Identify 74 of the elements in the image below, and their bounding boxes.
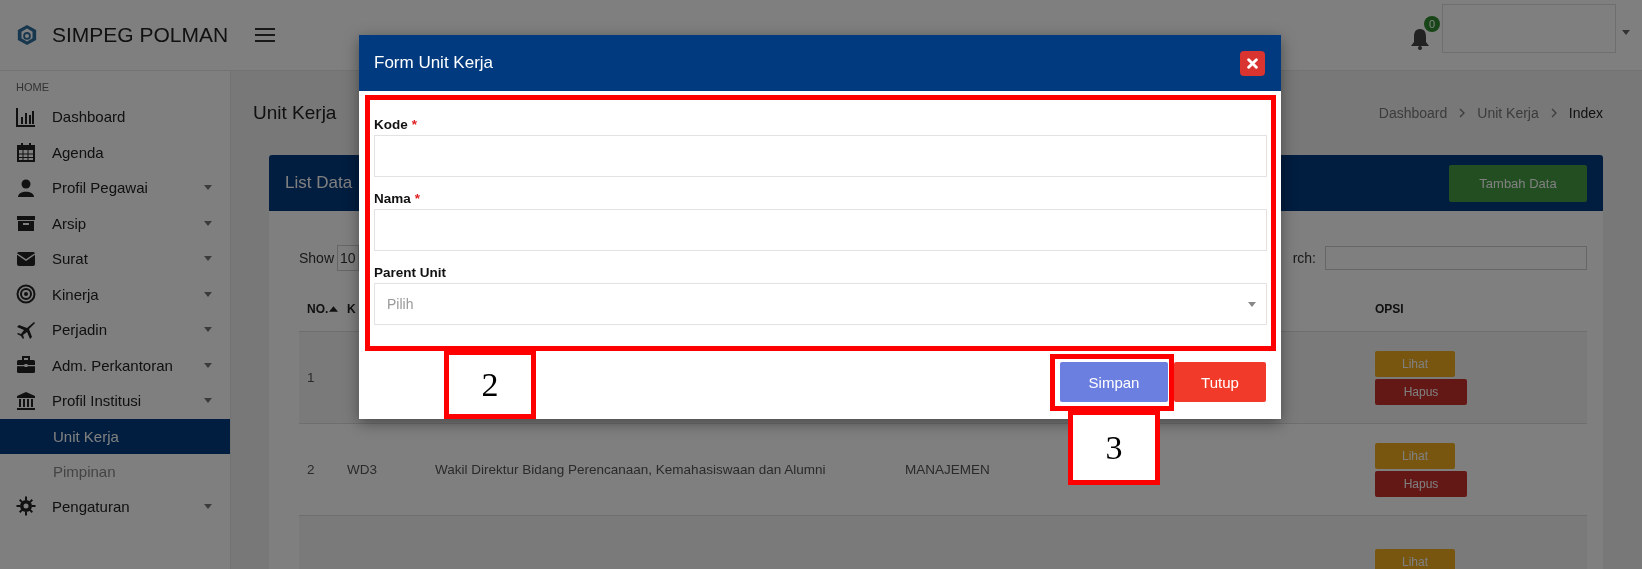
page-size-select[interactable]: 10 bbox=[337, 245, 359, 271]
sidebar-item[interactable]: Adm. Perkantoran bbox=[0, 347, 230, 383]
sidebar-item[interactable]: Surat bbox=[0, 241, 230, 277]
sidebar-subitem[interactable]: Unit Kerja bbox=[0, 418, 230, 454]
field-label: Parent Unit bbox=[374, 265, 446, 280]
search-label: rch: bbox=[1292, 250, 1316, 266]
column-header[interactable]: K bbox=[347, 302, 356, 316]
show-label: Show bbox=[299, 250, 335, 266]
text-field[interactable] bbox=[374, 209, 1267, 251]
caret-icon bbox=[204, 220, 212, 226]
table-cell: 2 bbox=[307, 462, 315, 477]
chevron-icon bbox=[1459, 108, 1466, 118]
archive-box-icon bbox=[16, 213, 36, 234]
annotation-number: 3 bbox=[1068, 410, 1160, 485]
save-button[interactable]: Simpan bbox=[1060, 362, 1168, 402]
text-field[interactable] bbox=[374, 135, 1267, 177]
caret-icon bbox=[204, 362, 212, 368]
sidebar-item[interactable]: Arsip bbox=[0, 205, 230, 241]
close-dialog-button[interactable]: Tutup bbox=[1174, 362, 1266, 402]
chevron-icon bbox=[1550, 108, 1557, 118]
caret-icon bbox=[204, 256, 212, 262]
app-title: SIMPEG POLMAN bbox=[52, 23, 229, 47]
breadcrumb-item: Index bbox=[1568, 105, 1603, 121]
bar-chart-icon bbox=[16, 106, 36, 127]
sidebar-item[interactable]: Kinerja bbox=[0, 276, 230, 312]
caret-icon bbox=[204, 398, 212, 404]
delete-button[interactable]: Hapus bbox=[1375, 378, 1467, 405]
caret-icon bbox=[204, 291, 212, 297]
breadcrumb-item[interactable]: Dashboard bbox=[1378, 105, 1448, 121]
target-icon bbox=[16, 284, 36, 305]
airplane-icon bbox=[16, 319, 36, 340]
annotation-number: 2 bbox=[444, 350, 536, 419]
section-heading: HOME bbox=[15, 81, 50, 95]
sidebar-item[interactable]: Profil Pegawai bbox=[0, 170, 230, 206]
breadcrumb-item[interactable]: Unit Kerja bbox=[1477, 105, 1539, 121]
column-header[interactable]: NO. bbox=[307, 302, 339, 316]
add-data-button[interactable]: Tambah Data bbox=[1449, 164, 1587, 202]
page-title: Unit Kerja bbox=[253, 102, 337, 124]
bell-icon[interactable] bbox=[1410, 28, 1430, 50]
modal-title: Form Unit Kerja bbox=[374, 53, 494, 73]
sidebar-item[interactable]: Pengaturan bbox=[0, 488, 230, 524]
caret-icon bbox=[204, 503, 212, 509]
delete-button[interactable]: Hapus bbox=[1375, 470, 1467, 497]
select-field[interactable]: Pilih bbox=[374, 283, 1267, 325]
sidebar-item[interactable]: Dashboard bbox=[0, 99, 230, 135]
table-cell: WD3 bbox=[347, 462, 377, 477]
user-icon bbox=[16, 177, 36, 198]
close-icon bbox=[1247, 57, 1258, 69]
search-field[interactable] bbox=[1325, 246, 1587, 270]
card-title: List Data bbox=[285, 173, 353, 193]
table-cell: 1 bbox=[307, 370, 315, 385]
caret-icon[interactable] bbox=[1622, 29, 1630, 35]
table-cell: MANAJEMEN bbox=[905, 462, 990, 477]
sidebar-item[interactable]: Profil Institusi bbox=[0, 383, 230, 419]
bank-building-icon bbox=[16, 390, 36, 411]
table-cell: Wakil Direktur Bidang Perencanaan, Kemahasiswaan dan Alumni bbox=[435, 462, 826, 477]
sidebar-item[interactable]: Agenda bbox=[0, 134, 230, 170]
notification-badge: 0 bbox=[1424, 16, 1440, 32]
settings-icon bbox=[16, 496, 36, 517]
sidebar-item[interactable]: Perjadin bbox=[0, 312, 230, 348]
required-mark: * bbox=[411, 117, 417, 132]
field-label: Kode bbox=[374, 117, 408, 132]
calendar-icon bbox=[16, 142, 36, 163]
menu-icon[interactable] bbox=[255, 28, 275, 42]
caret-icon bbox=[1248, 301, 1256, 307]
required-mark: * bbox=[414, 191, 421, 206]
close-button[interactable] bbox=[1240, 50, 1265, 76]
column-header[interactable]: OPSI bbox=[1375, 302, 1404, 316]
caret-icon bbox=[204, 327, 212, 333]
briefcase-icon bbox=[16, 355, 36, 376]
field-label: Nama bbox=[374, 191, 411, 206]
sort-icon bbox=[329, 306, 339, 312]
logo-icon bbox=[16, 24, 38, 46]
caret-icon bbox=[204, 185, 212, 191]
